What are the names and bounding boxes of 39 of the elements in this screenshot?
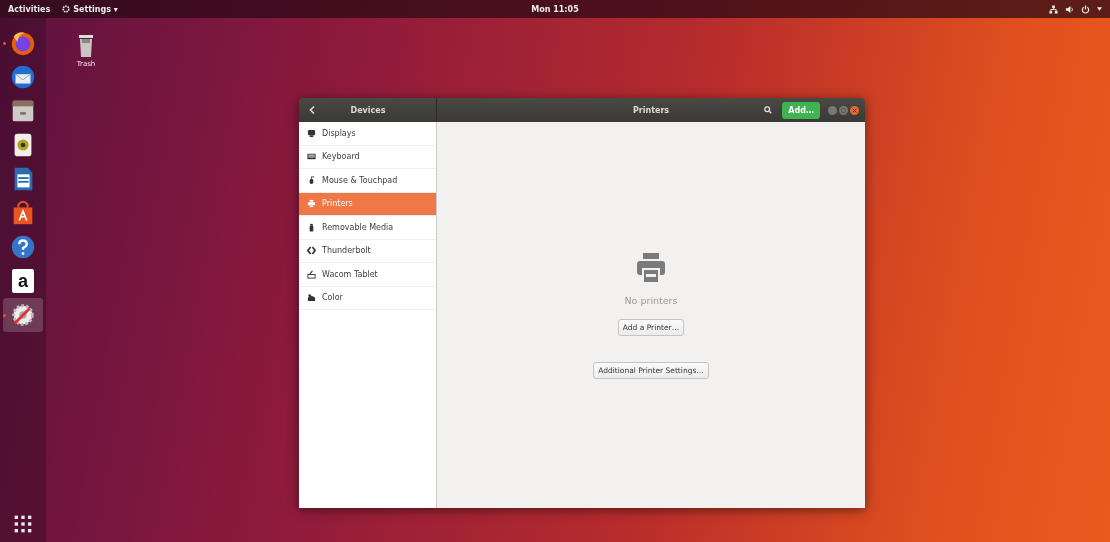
sidebar-title: Devices [349, 105, 387, 115]
empty-state-message: No printers [624, 295, 678, 306]
maximize-button[interactable] [839, 105, 848, 115]
monitor-icon [307, 128, 316, 138]
speaker-icon[interactable] [1065, 4, 1074, 14]
shop-icon: a [12, 269, 34, 293]
sidebar-item[interactable]: Removable Media [299, 216, 436, 240]
chevrons-icon [307, 246, 316, 256]
gear-icon [62, 5, 71, 13]
window-title: Printers [632, 105, 670, 115]
sidebar-item[interactable]: Thunderbolt [299, 239, 436, 263]
sidebar-item[interactable]: Color [299, 286, 436, 310]
gear-wrench-icon [9, 301, 37, 329]
sidebar-item[interactable]: Mouse & Touchpad [299, 169, 436, 193]
sidebar-item[interactable]: Displays [299, 122, 436, 146]
clock[interactable]: Mon 11:05 [531, 4, 579, 14]
keyboard-icon [307, 152, 316, 162]
activities-button[interactable]: Activities [8, 4, 51, 14]
mouse-icon [307, 175, 316, 185]
printer-icon [307, 199, 316, 209]
sidebar-item[interactable]: Wacom Tablet [299, 263, 436, 287]
help-icon [9, 233, 37, 261]
network-icon[interactable] [1049, 4, 1058, 14]
close-button[interactable] [850, 105, 859, 115]
sidebar-item[interactable]: Keyboard [299, 145, 436, 169]
trash-icon[interactable] [76, 34, 96, 58]
printer-icon [634, 251, 668, 285]
chevron-left-icon [309, 106, 315, 114]
usb-stick-icon [307, 222, 316, 232]
app-menu[interactable]: Settings ▾ [73, 4, 118, 14]
minimize-button[interactable] [828, 105, 837, 115]
search-icon [764, 106, 773, 114]
caret-icon[interactable] [1097, 7, 1102, 11]
dock-item[interactable]: a [3, 264, 43, 298]
firefox-icon [9, 29, 37, 57]
tablet-pen-icon [307, 269, 316, 279]
dock-item[interactable] [3, 298, 43, 332]
power-icon[interactable] [1081, 4, 1090, 14]
app-grid-icon[interactable] [13, 514, 33, 534]
